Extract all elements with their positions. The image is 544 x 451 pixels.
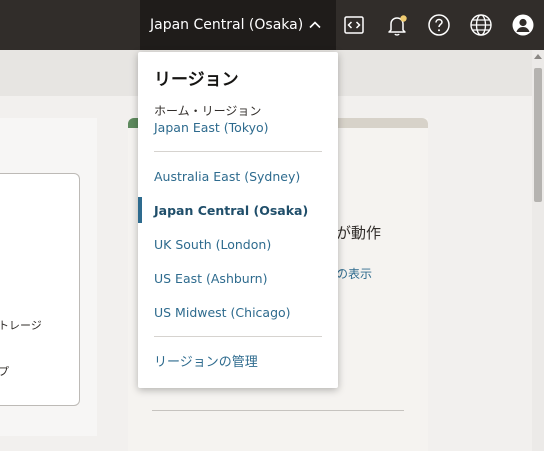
divider — [152, 410, 404, 411]
region-item-us-midwest[interactable]: US Midwest (Chicago) — [138, 297, 338, 327]
user-icon[interactable] — [510, 12, 536, 38]
region-menu: リージョン ホーム・リージョン Japan East (Tokyo) Austr… — [138, 52, 338, 388]
scrollbar-thumb[interactable] — [534, 68, 542, 202]
region-item-label: US East (Ashburn) — [154, 270, 268, 286]
menu-divider — [154, 336, 322, 337]
region-item-australia-east[interactable]: Australia East (Sydney) — [138, 161, 338, 191]
selected-indicator — [138, 197, 142, 223]
chevron-up-icon — [309, 21, 321, 29]
region-selector-button[interactable]: Japan Central (Osaka) — [140, 0, 336, 50]
bell-icon[interactable] — [384, 12, 410, 38]
help-icon[interactable] — [426, 12, 452, 38]
menu-divider — [154, 151, 322, 152]
left-card-panel — [0, 173, 80, 406]
region-item-us-east[interactable]: US East (Ashburn) — [138, 263, 338, 293]
right-card-link[interactable]: の表示 — [336, 265, 372, 282]
region-item-label: Australia East (Sydney) — [154, 168, 301, 184]
left-card-text: トレージ — [0, 319, 42, 332]
globe-icon[interactable] — [468, 12, 494, 38]
region-menu-title: リージョン — [154, 70, 239, 90]
home-region-value[interactable]: Japan East (Tokyo) — [154, 120, 269, 135]
manage-regions-link[interactable]: リージョンの管理 — [154, 351, 258, 370]
region-item-uk-south[interactable]: UK South (London) — [138, 229, 338, 259]
scroll-up-icon[interactable] — [534, 54, 542, 59]
region-selector-label: Japan Central (Osaka) — [150, 17, 304, 33]
region-item-japan-central[interactable]: Japan Central (Osaka) — [138, 195, 338, 225]
region-item-label: US Midwest (Chicago) — [154, 304, 291, 320]
code-editor-icon[interactable] — [341, 12, 367, 38]
left-card-text: プ — [0, 365, 9, 378]
region-item-label: Japan Central (Osaka) — [154, 202, 309, 218]
notification-dot — [400, 15, 407, 22]
right-card-title: が動作 — [336, 224, 382, 242]
home-region-label: ホーム・リージョン — [154, 104, 262, 118]
region-item-label: UK South (London) — [154, 236, 272, 252]
